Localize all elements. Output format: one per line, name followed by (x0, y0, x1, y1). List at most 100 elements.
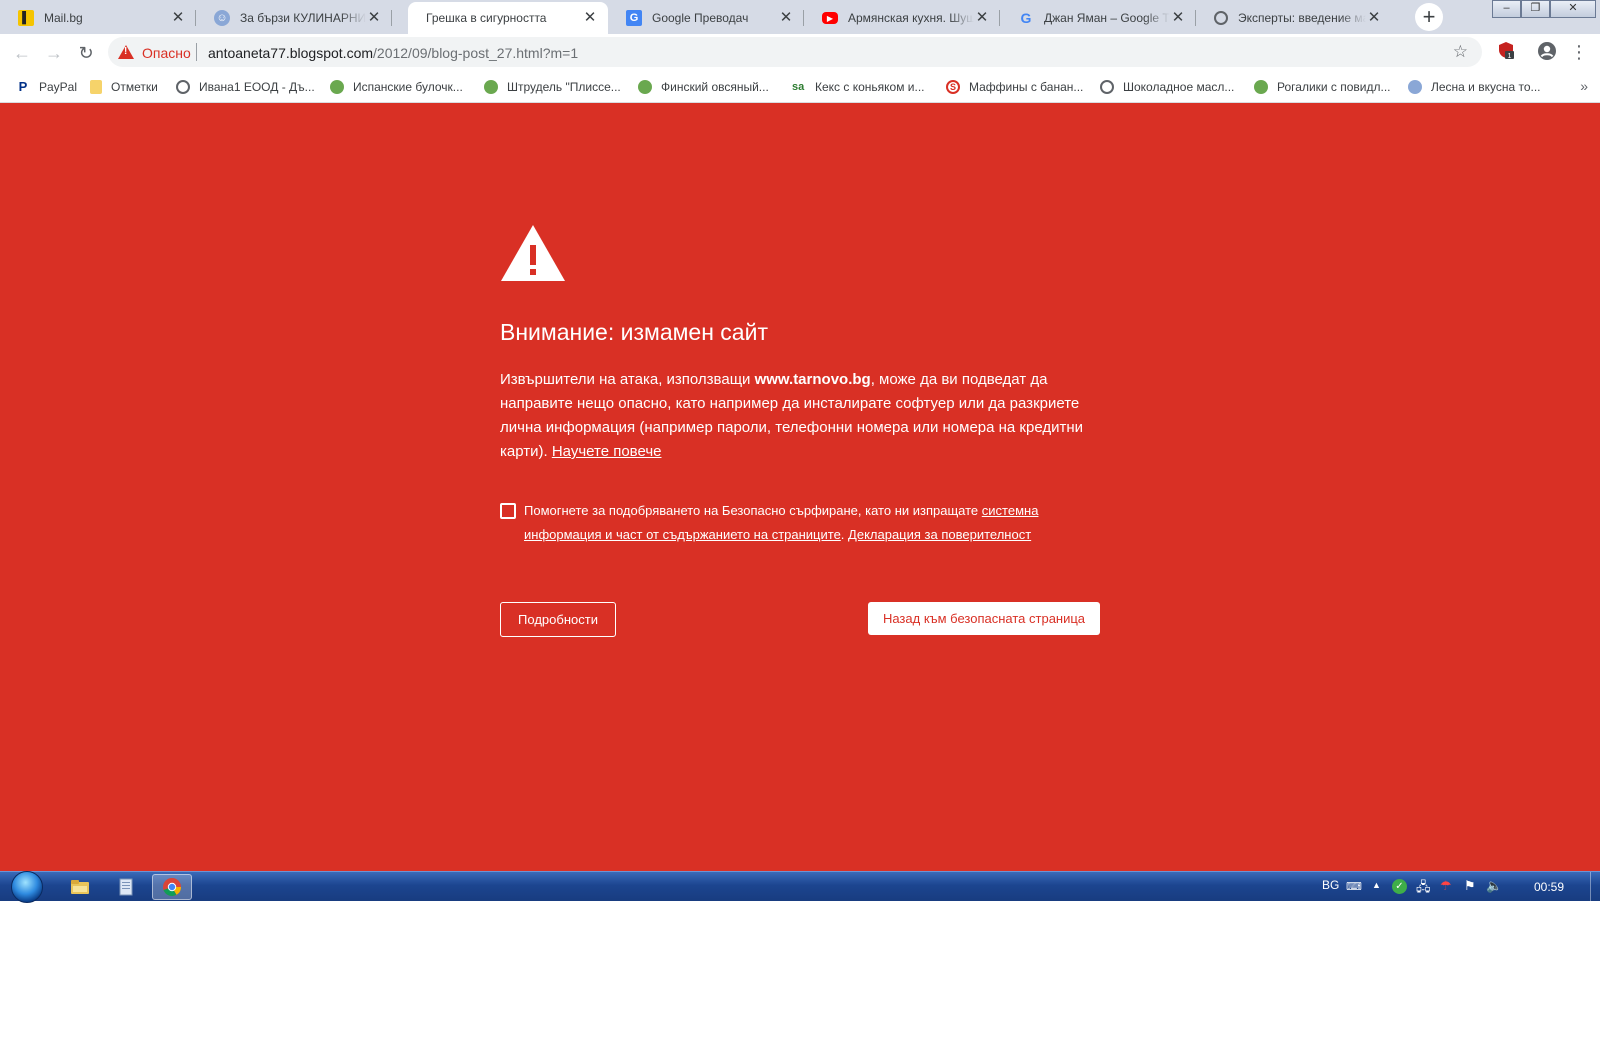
bookmarks-bar: P PayPal Отметки Ивана1 ЕООД - Дъ... Исп… (0, 71, 1600, 103)
bookmark-item[interactable]: Финский овсяный... (638, 78, 769, 96)
tab-close-icon[interactable]: ✕ (170, 10, 186, 26)
warning-triangle-icon (501, 225, 565, 281)
tab-strip: ▌ Mail.bg ✕ ☺ За бързи КУЛИНАРНИ в ✕ Гре… (0, 0, 1600, 34)
tab-experts[interactable]: Эксперты: введение мас ✕ (1196, 2, 1392, 34)
bookmark-star-icon[interactable]: ☆ (1453, 42, 1468, 62)
taskbar-clock[interactable]: 00:59 (1534, 880, 1564, 894)
action-center-flag-icon[interactable]: ⚑ (1464, 878, 1476, 894)
tab-title: Армянская кухня. Шуша (848, 11, 974, 25)
tab-close-icon[interactable]: ✕ (1170, 10, 1186, 26)
bookmark-item[interactable]: S Маффины с банан... (946, 78, 1083, 96)
tab-close-icon[interactable]: ✕ (582, 10, 598, 26)
page-title: Внимание: измамен сайт (500, 319, 768, 345)
tab-title: Mail.bg (44, 11, 83, 25)
tab-close-icon[interactable]: ✕ (778, 10, 794, 26)
tab-title: Грешка в сигурността (426, 11, 547, 25)
optin-checkbox[interactable] (500, 503, 516, 519)
show-hidden-icons-icon[interactable]: ▲ (1372, 880, 1381, 890)
extension-shield-icon[interactable]: 1 (1495, 41, 1517, 63)
bookmark-item[interactable]: P PayPal (16, 78, 77, 96)
warning-triangle-icon[interactable] (118, 45, 134, 59)
globe-icon (1214, 11, 1228, 25)
url-host: antoaneta77.blogspot.com (208, 45, 374, 61)
url-path: /2012/09/blog-post_27.html?m=1 (373, 45, 579, 61)
paypal-icon: P (18, 79, 28, 94)
tab-title: Эксперты: введение мас (1238, 11, 1366, 25)
tab-close-icon[interactable]: ✕ (974, 10, 990, 26)
safe-browsing-interstitial: Внимание: измамен сайт Извършители на ат… (0, 103, 1600, 871)
taskbar-chrome[interactable] (152, 874, 192, 900)
chef-hat-icon (1408, 80, 1422, 94)
back-to-safety-button[interactable]: Назад към безопасната страница (868, 602, 1100, 635)
bookmark-item[interactable]: Отметки (90, 78, 158, 96)
browser-toolbar: ← → ↻ Опасно antoaneta77.blogspot.com/20… (0, 34, 1600, 71)
windows-taskbar: BG ⌨ ▲ ✓ 🖧 ☂ ⚑ 🔈 00:59 (0, 871, 1600, 903)
svg-text:1: 1 (1508, 53, 1512, 59)
volume-icon[interactable]: 🔈 (1486, 878, 1502, 894)
document-icon (119, 878, 133, 896)
chrome-icon (163, 878, 181, 897)
security-check-icon[interactable]: ✓ (1392, 879, 1407, 894)
bookmark-item[interactable]: Рогалики с повидл... (1254, 78, 1391, 96)
url-text[interactable]: antoaneta77.blogspot.com/2012/09/blog-po… (208, 45, 578, 61)
taskbar-document[interactable] (106, 874, 146, 900)
google-translate-icon: G (626, 10, 642, 26)
address-bar[interactable]: Опасно antoaneta77.blogspot.com/2012/09/… (108, 37, 1482, 67)
taskbar-explorer[interactable] (60, 874, 100, 900)
windows-logo-icon (11, 871, 43, 903)
leaf-icon (330, 80, 344, 94)
security-status-label[interactable]: Опасно (142, 45, 191, 61)
leaf-icon (1254, 80, 1268, 94)
profile-avatar-icon[interactable] (1536, 41, 1558, 63)
tab-title: Джан Яман – Google Тър (1044, 11, 1170, 25)
sa-icon: sa (792, 81, 805, 93)
google-icon: G (1020, 10, 1032, 26)
tab-youtube[interactable]: ▶ Армянская кухня. Шуша ✕ (804, 2, 1000, 34)
leaf-icon (638, 80, 652, 94)
antivirus-umbrella-icon[interactable]: ☂ (1440, 878, 1452, 894)
leaf-icon (484, 80, 498, 94)
globe-icon (1100, 80, 1114, 94)
explorer-icon (71, 880, 89, 894)
bookmark-item[interactable]: Шоколадное масл... (1100, 78, 1234, 96)
tab-google-search[interactable]: G Джан Яман – Google Тър ✕ (1000, 2, 1196, 34)
tab-mail-bg[interactable]: ▌ Mail.bg ✕ (0, 2, 196, 34)
mailbg-icon: ▌ (18, 10, 34, 26)
globe-icon (176, 80, 190, 94)
optin-text: Помогнете за подобряването на Безопасно … (524, 503, 1039, 542)
chevron-more-icon[interactable]: » (1580, 78, 1588, 94)
details-button[interactable]: Подробности (500, 602, 616, 637)
bookmark-item[interactable]: Ивана1 ЕООД - Дъ... (176, 78, 315, 96)
tab-security-error[interactable]: Грешка в сигурността ✕ (408, 2, 608, 34)
tab-culinary[interactable]: ☺ За бързи КУЛИНАРНИ в ✕ (196, 2, 392, 34)
window-controls: ‒ ❐ ✕ (1492, 0, 1596, 18)
learn-more-link[interactable]: Научете повече (552, 443, 662, 460)
language-indicator[interactable]: BG (1322, 878, 1339, 892)
network-icon[interactable]: 🖧 (1416, 878, 1431, 900)
back-arrow-icon[interactable]: ← (9, 40, 35, 66)
tab-google-translate[interactable]: G Google Преводач ✕ (608, 2, 804, 34)
new-tab-button[interactable]: + (1415, 3, 1443, 31)
keyboard-icon[interactable]: ⌨ (1346, 880, 1362, 893)
tab-close-icon[interactable]: ✕ (366, 10, 382, 26)
restore-button[interactable]: ❐ (1521, 0, 1550, 18)
bookmark-item[interactable]: Испанские булочк... (330, 78, 463, 96)
bookmark-item[interactable]: Штрудель "Плиссе... (484, 78, 621, 96)
privacy-notice-link[interactable]: Декларация за поверителност (848, 527, 1031, 542)
bookmark-item[interactable]: sa Кекс с коньяком и... (792, 78, 925, 96)
tab-title: За бързи КУЛИНАРНИ в (240, 11, 366, 25)
reload-icon[interactable]: ↻ (73, 40, 99, 66)
youtube-icon: ▶ (822, 12, 838, 24)
folder-icon (90, 80, 102, 94)
warning-description: Извършители на атака, използващи www.tar… (500, 371, 1084, 460)
show-desktop-button[interactable] (1590, 872, 1600, 902)
forward-arrow-icon[interactable]: → (41, 40, 67, 66)
start-button[interactable] (8, 871, 46, 903)
menu-kebab-icon[interactable]: ⋮ (1568, 41, 1590, 63)
tab-title: Google Преводач (652, 11, 749, 25)
bookmark-item[interactable]: Лесна и вкусна то... (1408, 78, 1541, 96)
close-window-button[interactable]: ✕ (1550, 0, 1596, 18)
attacker-domain: www.tarnovo.bg (754, 371, 871, 388)
tab-close-icon[interactable]: ✕ (1366, 10, 1382, 26)
minimize-button[interactable]: ‒ (1492, 0, 1521, 18)
